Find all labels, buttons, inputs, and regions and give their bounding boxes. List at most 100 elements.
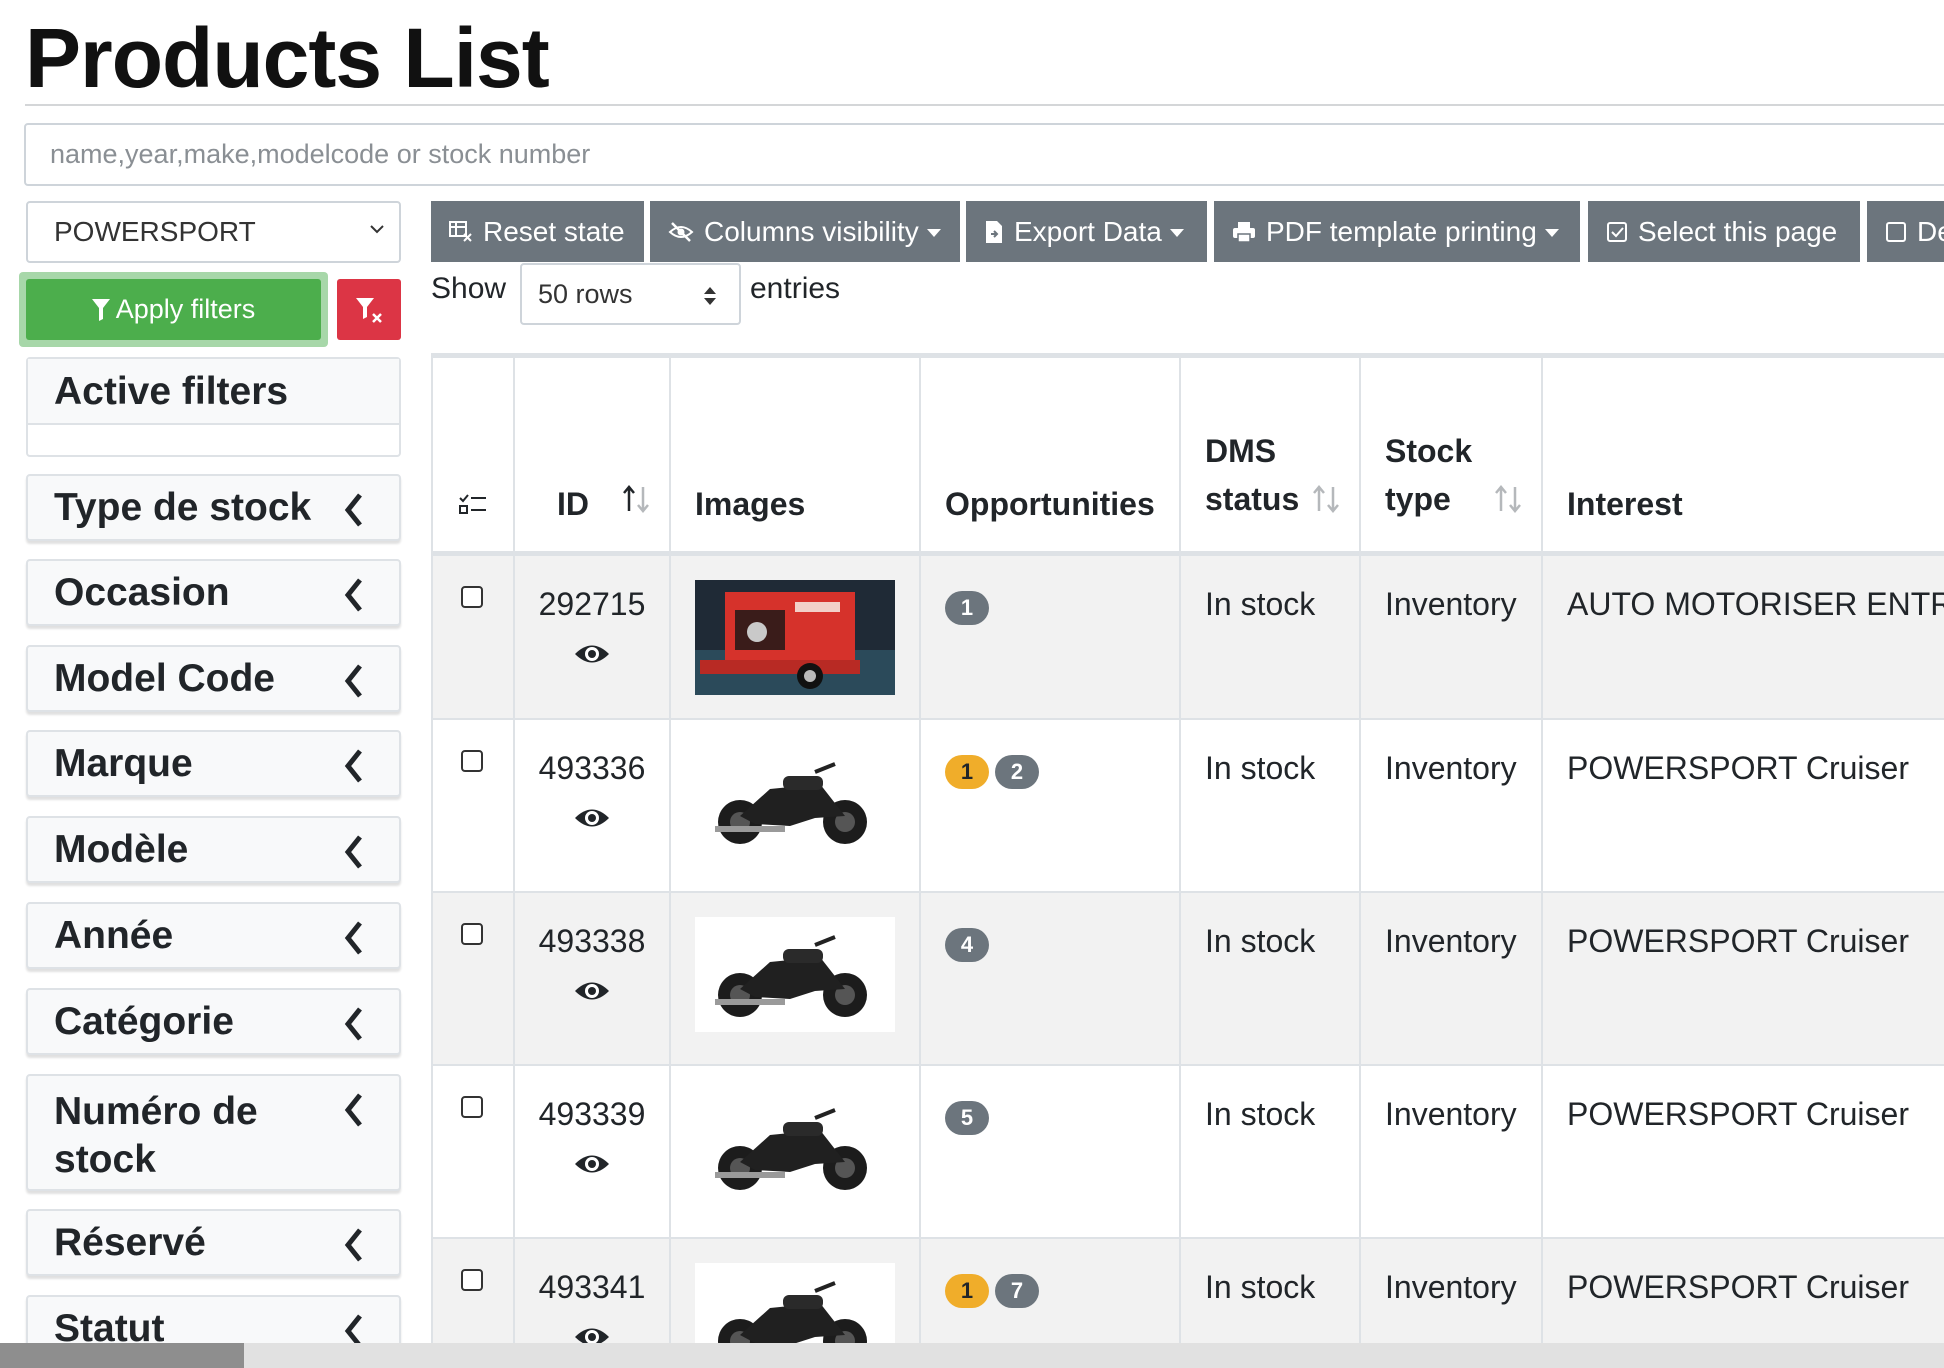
pdf-template-printing-button[interactable]: PDF template printing — [1214, 201, 1580, 262]
title-divider — [25, 104, 1944, 106]
id-cell: 493339 — [513, 1064, 671, 1239]
category-select[interactable]: POWERSPORT — [26, 201, 401, 263]
opportunities-cell: 4 — [919, 891, 1181, 1066]
opportunity-badge[interactable]: 1 — [945, 755, 989, 789]
product-image-motorcycle[interactable] — [695, 917, 895, 1032]
row-select-cell[interactable] — [431, 718, 515, 893]
clear-filters-button[interactable] — [337, 279, 401, 340]
chevron-left-icon — [344, 493, 362, 527]
filter-group-annee[interactable]: Année — [26, 902, 401, 969]
opportunity-badge[interactable]: 1 — [945, 590, 989, 625]
column-header-opportunities: Opportunities — [919, 356, 1181, 556]
table-reset-icon — [449, 220, 472, 242]
table-row[interactable]: 292715 1 In stock Inventory AUTO MOTORIS… — [431, 552, 1944, 720]
eye-icon[interactable] — [573, 1151, 611, 1177]
stock-type-cell: Inventory — [1359, 718, 1543, 893]
apply-filters-button[interactable]: Apply filters — [26, 279, 321, 340]
horizontal-scrollbar[interactable] — [0, 1343, 1944, 1368]
column-header-stock-type-label-line1: Stock — [1385, 432, 1473, 469]
row-select-cell[interactable] — [431, 891, 515, 1066]
select-this-page-button[interactable]: Select this page — [1588, 201, 1860, 262]
deselect-button[interactable]: De — [1867, 201, 1944, 262]
interest-cell: POWERSPORT Cruiser — [1541, 891, 1944, 1066]
category-select-value: POWERSPORT — [54, 216, 256, 247]
products-table-container: ID Images Opportunities DMS status Stock… — [431, 353, 1944, 1343]
filter-group-reserve[interactable]: Réservé — [26, 1209, 401, 1276]
opportunity-badge[interactable]: 1 — [945, 1274, 989, 1308]
product-image-red-trailer[interactable] — [695, 579, 895, 695]
filter-group-numero-de-stock[interactable]: Numéro de stock — [26, 1074, 401, 1191]
id-cell: 292715 — [513, 552, 671, 720]
eye-icon[interactable] — [573, 978, 611, 1004]
image-cell — [669, 891, 921, 1066]
chevron-left-icon — [344, 578, 362, 612]
columns-visibility-button[interactable]: Columns visibility — [650, 201, 960, 262]
scrollbar-thumb[interactable] — [0, 1343, 244, 1368]
table-row[interactable]: 493341 17 In stock Inventory POWERSPORT … — [431, 1237, 1944, 1343]
entries-label: entries — [750, 272, 841, 305]
row-select-cell[interactable] — [431, 1064, 515, 1239]
filter-group-label: Type de stock — [54, 486, 312, 529]
sort-both-icon — [1495, 484, 1521, 513]
row-select-cell[interactable] — [431, 1237, 515, 1343]
column-header-id[interactable]: ID — [513, 356, 671, 556]
dms-status-cell: In stock — [1179, 1064, 1361, 1239]
opportunity-badge[interactable]: 4 — [945, 928, 989, 962]
row-checkbox[interactable] — [461, 1269, 483, 1291]
table-row[interactable]: 493338 4 In stock Inventory POWERSPORT C… — [431, 891, 1944, 1066]
filter-icon — [91, 298, 110, 321]
dms-status-cell: In stock — [1179, 552, 1361, 720]
reset-state-button[interactable]: Reset state — [431, 201, 644, 262]
eye-icon[interactable] — [573, 1324, 611, 1343]
table-row[interactable]: 493336 12 In stock Inventory POWERSPORT … — [431, 718, 1944, 893]
column-header-stock-type-label-line2: type — [1385, 480, 1451, 517]
row-checkbox[interactable] — [461, 750, 483, 772]
product-image-motorcycle[interactable] — [695, 744, 895, 859]
row-id: 292715 — [538, 585, 646, 622]
row-checkbox[interactable] — [461, 923, 483, 945]
filter-group-model-code[interactable]: Model Code — [26, 645, 401, 712]
id-cell: 493341 — [513, 1237, 671, 1343]
column-header-stock-type[interactable]: Stock type — [1359, 356, 1543, 556]
active-filters-panel: Active filters — [26, 357, 401, 457]
row-id: 493339 — [538, 1096, 646, 1132]
eye-slash-icon — [668, 221, 694, 242]
column-header-dms-status[interactable]: DMS status — [1179, 356, 1361, 556]
select-column-header[interactable] — [431, 356, 515, 556]
filter-group-marque[interactable]: Marque — [26, 730, 401, 797]
row-checkbox[interactable] — [461, 585, 483, 608]
sort-both-icon — [1313, 484, 1339, 513]
filter-group-categorie[interactable]: Catégorie — [26, 988, 401, 1055]
row-checkbox[interactable] — [461, 1096, 483, 1118]
rows-per-page-value: 50 rows — [538, 278, 633, 309]
rows-per-page-select[interactable]: 50 rows — [520, 263, 741, 325]
pdf-template-printing-label: PDF template printing — [1266, 215, 1537, 247]
dms-status-cell: In stock — [1179, 718, 1361, 893]
dms-status-cell: In stock — [1179, 891, 1361, 1066]
opportunity-badge[interactable]: 5 — [945, 1101, 989, 1135]
product-image-motorcycle[interactable] — [695, 1090, 895, 1205]
eye-icon[interactable] — [573, 805, 611, 831]
columns-visibility-label: Columns visibility — [704, 215, 919, 247]
filter-group-modele[interactable]: Modèle — [26, 816, 401, 883]
filter-group-type-de-stock[interactable]: Type de stock — [26, 474, 401, 541]
deselect-label: De — [1917, 215, 1944, 247]
column-header-id-label: ID — [557, 485, 589, 522]
dms-status-cell: In stock — [1179, 1237, 1361, 1343]
printer-icon — [1233, 221, 1255, 243]
caret-down-icon — [926, 228, 941, 237]
row-select-cell[interactable] — [431, 552, 515, 720]
table-row[interactable]: 493339 5 In stock Inventory POWERSPORT C… — [431, 1064, 1944, 1239]
eye-icon[interactable] — [573, 641, 611, 667]
filter-group-occasion[interactable]: Occasion — [26, 559, 401, 626]
opportunities-cell: 12 — [919, 718, 1181, 893]
column-header-interest-label: Interest — [1567, 485, 1683, 522]
chevron-left-icon — [344, 1093, 362, 1127]
opportunity-badge[interactable]: 2 — [995, 755, 1039, 789]
id-cell: 493336 — [513, 718, 671, 893]
product-image-motorcycle[interactable] — [695, 1263, 895, 1343]
opportunity-badge[interactable]: 7 — [995, 1274, 1039, 1308]
search-input[interactable] — [24, 123, 1944, 186]
filter-group-label: Réservé — [54, 1221, 206, 1264]
export-data-button[interactable]: Export Data — [966, 201, 1207, 262]
